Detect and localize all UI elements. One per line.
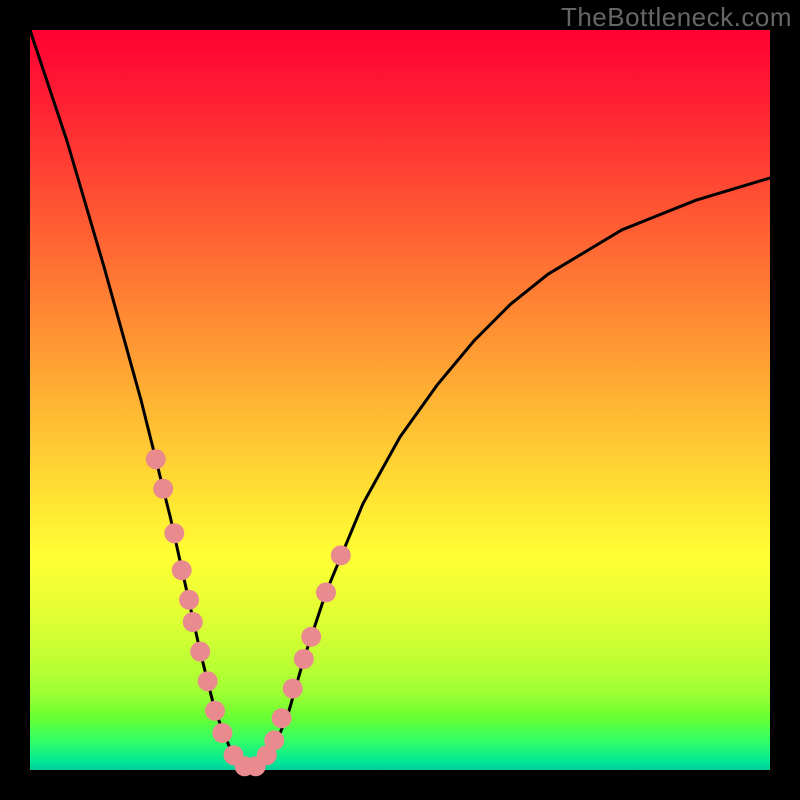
chart-frame: TheBottleneck.com bbox=[0, 0, 800, 800]
curve-marker bbox=[179, 590, 199, 610]
watermark-text: TheBottleneck.com bbox=[561, 2, 792, 33]
curve-marker bbox=[183, 612, 203, 632]
bottleneck-curve-path bbox=[30, 30, 770, 770]
plot-area bbox=[30, 30, 770, 770]
curve-marker bbox=[301, 627, 321, 647]
curve-marker bbox=[212, 723, 232, 743]
curve-marker bbox=[172, 560, 192, 580]
curve-marker bbox=[316, 582, 336, 602]
curve-marker bbox=[294, 649, 314, 669]
curve-marker bbox=[283, 679, 303, 699]
curve-marker bbox=[264, 730, 284, 750]
curve-marker bbox=[272, 708, 292, 728]
curve-svg bbox=[30, 30, 770, 770]
curve-marker bbox=[331, 545, 351, 565]
curve-marker bbox=[146, 449, 166, 469]
curve-marker bbox=[190, 642, 210, 662]
curve-marker bbox=[164, 523, 184, 543]
bottleneck-curve bbox=[30, 30, 770, 770]
curve-marker bbox=[198, 671, 218, 691]
curve-marker bbox=[205, 701, 225, 721]
curve-marker bbox=[153, 479, 173, 499]
